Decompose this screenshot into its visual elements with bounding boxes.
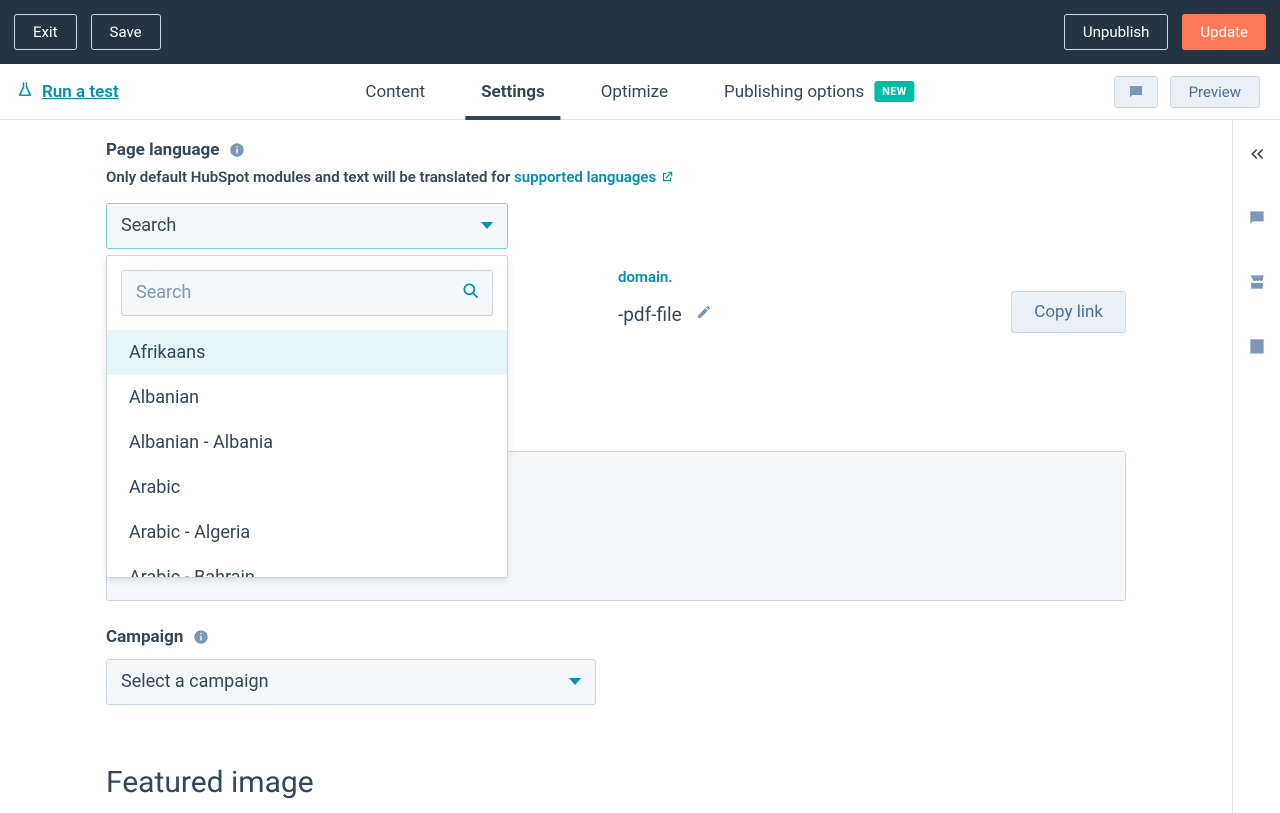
featured-image-heading: Featured image (106, 765, 1126, 800)
campaign-select[interactable]: Select a campaign (106, 659, 596, 705)
chat-icon (1127, 83, 1145, 101)
exit-button[interactable]: Exit (14, 14, 77, 50)
domain-fragment: domain. (618, 268, 673, 286)
page-language-label-text: Page language (106, 140, 219, 160)
language-select-wrap: Search Afrikaans (106, 203, 508, 249)
language-select-area: Search Afrikaans (106, 203, 1126, 249)
calendar-rail-icon[interactable] (1247, 336, 1267, 356)
topbar-right: Unpublish Update (1064, 14, 1266, 50)
subnav-tabs: Content Settings Optimize Publishing opt… (365, 64, 914, 119)
behind-url-row: -pdf-file (618, 303, 712, 326)
page-language-label: Page language (106, 140, 1126, 160)
flask-icon (16, 81, 34, 103)
run-test-link[interactable]: Run a test (42, 82, 119, 102)
language-dropdown: Afrikaans Albanian Albanian - Albania Ar… (106, 255, 508, 578)
content-inner: Page language Only default HubSpot modul… (106, 120, 1126, 813)
chat-rail-icon[interactable] (1247, 208, 1267, 228)
dropdown-item[interactable]: Albanian (107, 375, 507, 420)
dropdown-item[interactable]: Albanian - Albania (107, 420, 507, 465)
subnav: Run a test Content Settings Optimize Pub… (0, 64, 1280, 120)
store-rail-icon[interactable] (1247, 272, 1267, 292)
info-icon[interactable] (229, 142, 245, 158)
subnav-left: Run a test (0, 81, 119, 103)
pencil-icon[interactable] (696, 304, 712, 324)
new-badge: NEW (874, 81, 914, 102)
language-select[interactable]: Search (106, 203, 508, 249)
subnav-right: Preview (1114, 76, 1280, 108)
dropdown-item[interactable]: Afrikaans (107, 330, 507, 375)
dropdown-item[interactable]: Arabic - Algeria (107, 510, 507, 555)
dropdown-list: Afrikaans Albanian Albanian - Albania Ar… (107, 330, 507, 577)
topbar: Exit Save Unpublish Update (0, 0, 1280, 64)
tab-optimize[interactable]: Optimize (601, 64, 668, 119)
language-select-value: Search (121, 215, 176, 236)
dropdown-item[interactable]: Arabic (107, 465, 507, 510)
right-rail (1232, 120, 1280, 813)
helper-prefix: Only default HubSpot modules and text wi… (106, 168, 514, 186)
campaign-select-wrap: Select a campaign (106, 659, 596, 705)
search-input[interactable] (121, 270, 493, 316)
content-area: Page language Only default HubSpot modul… (0, 120, 1232, 813)
external-link-icon (660, 170, 674, 184)
save-button[interactable]: Save (91, 14, 161, 50)
comment-button[interactable] (1114, 76, 1158, 108)
supported-languages-link[interactable]: supported languages (514, 166, 674, 189)
dropdown-search-field (121, 270, 493, 316)
info-icon[interactable] (193, 629, 209, 645)
tab-content[interactable]: Content (365, 64, 425, 119)
tab-publishing-label: Publishing options (724, 82, 864, 102)
url-fragment: -pdf-file (618, 303, 682, 326)
search-icon (461, 281, 481, 305)
dropdown-search-wrap (107, 256, 507, 330)
tab-publishing[interactable]: Publishing options NEW (724, 64, 915, 119)
dropdown-item[interactable]: Arabic - Bahrain (107, 555, 507, 577)
tab-settings[interactable]: Settings (481, 64, 545, 119)
update-button[interactable]: Update (1182, 14, 1266, 50)
topbar-left: Exit Save (14, 14, 161, 50)
copy-link-wrap: Copy link (1011, 291, 1126, 333)
campaign-label-text: Campaign (106, 627, 183, 647)
chevron-down-icon (569, 678, 581, 685)
chevron-down-icon (481, 222, 493, 229)
collapse-icon[interactable] (1247, 144, 1267, 164)
page-language-helper: Only default HubSpot modules and text wi… (106, 166, 1126, 189)
preview-button[interactable]: Preview (1170, 76, 1260, 108)
supported-languages-text: supported languages (514, 166, 656, 189)
campaign-label: Campaign (106, 627, 1126, 647)
campaign-select-value: Select a campaign (121, 671, 269, 692)
behind-domain-text: domain. (618, 267, 673, 286)
campaign-section: Campaign Select a campaign (106, 627, 1126, 705)
unpublish-button[interactable]: Unpublish (1064, 14, 1168, 50)
copy-link-button[interactable]: Copy link (1011, 291, 1126, 333)
